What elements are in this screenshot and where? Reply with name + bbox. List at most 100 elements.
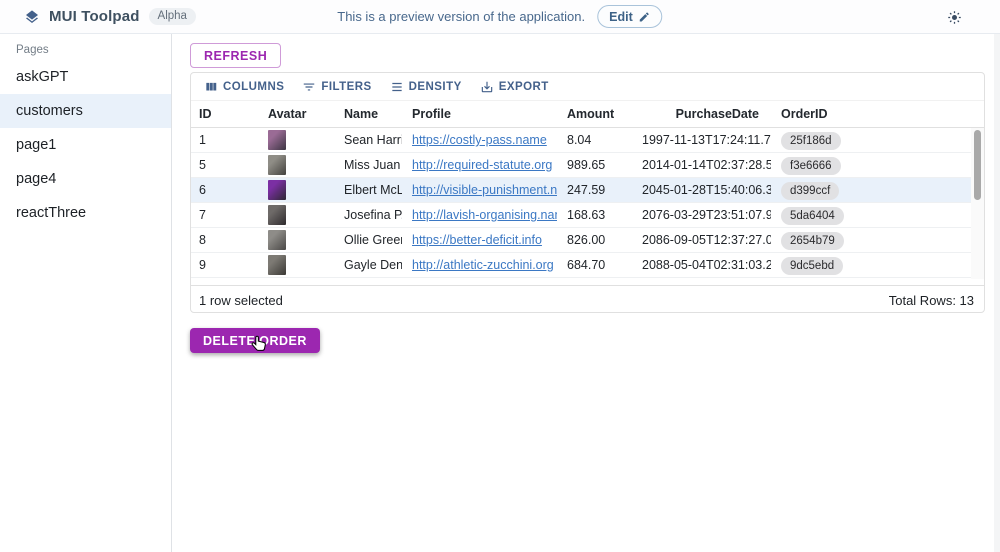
cell-avatar bbox=[261, 203, 334, 227]
cell-orderid: d399ccf bbox=[771, 178, 971, 202]
profile-link[interactable]: http://visible-punishment.net bbox=[412, 183, 557, 197]
order-id-chip: 25f186d bbox=[781, 132, 841, 150]
cell-avatar bbox=[261, 128, 334, 152]
column-header-purchasedate[interactable]: PurchaseDate bbox=[642, 101, 771, 127]
cell-purchasedate: 2076-03-29T23:51:07.968Z bbox=[642, 203, 771, 227]
cell-avatar bbox=[261, 178, 334, 202]
column-header-name[interactable]: Name bbox=[334, 101, 402, 127]
profile-link[interactable]: https://better-deficit.info bbox=[412, 233, 542, 247]
download-icon bbox=[480, 80, 494, 94]
filter-list-icon bbox=[302, 80, 316, 94]
cell-profile: http://athletic-zucchini.org bbox=[402, 253, 557, 277]
edit-button[interactable]: Edit bbox=[597, 5, 663, 28]
cell-id: 9 bbox=[191, 253, 261, 277]
export-button[interactable]: EXPORT bbox=[474, 76, 555, 98]
avatar bbox=[268, 255, 286, 275]
cell-id: 7 bbox=[191, 203, 261, 227]
column-header-id[interactable]: ID bbox=[191, 101, 261, 127]
page-content: REFRESH COLUMNS FILTERS DENSITY EXPORT I… bbox=[173, 34, 1000, 552]
table-row[interactable]: 8 Ollie Green... https://better-deficit.… bbox=[191, 228, 971, 253]
columns-button[interactable]: COLUMNS bbox=[198, 76, 290, 98]
column-header-amount[interactable]: Amount bbox=[557, 101, 642, 127]
data-grid: COLUMNS FILTERS DENSITY EXPORT ID Avatar… bbox=[190, 72, 985, 313]
cell-id: 8 bbox=[191, 228, 261, 252]
cell-amount: 989.65 bbox=[557, 153, 642, 177]
cell-profile: http://visible-punishment.net bbox=[402, 178, 557, 202]
order-id-chip: 2654b79 bbox=[781, 232, 844, 250]
app-branding: MUI Toolpad Alpha bbox=[0, 8, 196, 25]
cell-profile: http://required-statute.org bbox=[402, 153, 557, 177]
grid-scrollbar-thumb[interactable] bbox=[974, 130, 981, 200]
cell-purchasedate: 1997-11-13T17:24:11.769Z bbox=[642, 128, 771, 152]
grid-footer: 1 row selected Total Rows: 13 bbox=[191, 285, 984, 313]
table-row[interactable]: 6 Elbert McL... http://visible-punishmen… bbox=[191, 178, 971, 203]
grid-header-row: ID Avatar Name Profile Amount PurchaseDa… bbox=[191, 101, 984, 128]
cell-purchasedate: 2088-05-04T02:31:03.294Z bbox=[642, 253, 771, 277]
cell-amount: 8.04 bbox=[557, 128, 642, 152]
order-id-chip: 5da6404 bbox=[781, 207, 844, 225]
cell-purchasedate: 2086-09-05T12:37:27.015Z bbox=[642, 228, 771, 252]
delete-order-button[interactable]: DELETE ORDER bbox=[190, 328, 320, 353]
cell-id: 1 bbox=[191, 128, 261, 152]
order-id-chip: f3e6666 bbox=[781, 157, 841, 175]
pencil-icon bbox=[639, 11, 651, 23]
preview-message: This is a preview version of the applica… bbox=[337, 9, 585, 24]
sidebar-item-reactthree[interactable]: reactThree bbox=[0, 196, 171, 230]
column-header-avatar[interactable]: Avatar bbox=[261, 101, 334, 127]
cell-orderid: 25f186d bbox=[771, 128, 971, 152]
app-title: MUI Toolpad bbox=[49, 8, 140, 25]
profile-link[interactable]: http://lavish-organising.name bbox=[412, 208, 557, 222]
columns-button-label: COLUMNS bbox=[223, 81, 284, 93]
table-row[interactable]: 9 Gayle Den... http://athletic-zucchini.… bbox=[191, 253, 971, 278]
avatar bbox=[268, 130, 286, 150]
cell-orderid: 2654b79 bbox=[771, 228, 971, 252]
table-row[interactable]: 1 Sean Harris https://costly-pass.name 8… bbox=[191, 128, 971, 153]
alpha-badge: Alpha bbox=[149, 8, 196, 25]
cell-amount: 168.63 bbox=[557, 203, 642, 227]
sidebar-item-askgpt[interactable]: askGPT bbox=[0, 60, 171, 94]
cell-amount: 826.00 bbox=[557, 228, 642, 252]
cell-avatar bbox=[261, 253, 334, 277]
theme-toggle-button[interactable] bbox=[942, 5, 966, 29]
avatar bbox=[268, 155, 286, 175]
cell-avatar bbox=[261, 228, 334, 252]
edit-button-label: Edit bbox=[609, 10, 633, 24]
sidebar-item-page4[interactable]: page4 bbox=[0, 162, 171, 196]
density-button[interactable]: DENSITY bbox=[384, 76, 468, 98]
profile-link[interactable]: http://required-statute.org bbox=[412, 158, 552, 172]
page-scrollbar[interactable] bbox=[994, 34, 1000, 552]
column-header-profile[interactable]: Profile bbox=[402, 101, 557, 127]
filters-button[interactable]: FILTERS bbox=[296, 76, 377, 98]
cell-id: 5 bbox=[191, 153, 261, 177]
layers-icon bbox=[24, 9, 40, 25]
export-button-label: EXPORT bbox=[499, 81, 549, 93]
refresh-button[interactable]: REFRESH bbox=[190, 43, 281, 68]
density-button-label: DENSITY bbox=[409, 81, 462, 93]
density-icon bbox=[390, 80, 404, 94]
table-row[interactable]: 5 Miss Juan ... http://required-statute.… bbox=[191, 153, 971, 178]
filters-button-label: FILTERS bbox=[321, 81, 371, 93]
cell-name: Miss Juan ... bbox=[334, 153, 402, 177]
sidebar-section-label: Pages bbox=[0, 34, 171, 60]
cell-profile: http://lavish-organising.name bbox=[402, 203, 557, 227]
sidebar-item-customers[interactable]: customers bbox=[0, 94, 171, 128]
cell-profile: https://better-deficit.info bbox=[402, 228, 557, 252]
grid-scrollbar-track bbox=[971, 128, 984, 279]
sidebar-item-page1[interactable]: page1 bbox=[0, 128, 171, 162]
table-row[interactable]: 7 Josefina P... http://lavish-organising… bbox=[191, 203, 971, 228]
profile-link[interactable]: http://athletic-zucchini.org bbox=[412, 258, 554, 272]
profile-link[interactable]: https://costly-pass.name bbox=[412, 133, 547, 147]
order-id-chip: 9dc5ebd bbox=[781, 257, 843, 275]
avatar bbox=[268, 230, 286, 250]
app-bar: MUI Toolpad Alpha This is a preview vers… bbox=[0, 0, 1000, 34]
sun-icon bbox=[947, 10, 962, 25]
column-header-orderid[interactable]: OrderID bbox=[771, 101, 984, 127]
cell-name: Gayle Den... bbox=[334, 253, 402, 277]
sidebar: Pages askGPT customers page1 page4 react… bbox=[0, 34, 172, 552]
avatar bbox=[268, 205, 286, 225]
cell-purchasedate: 2045-01-28T15:40:06.325Z bbox=[642, 178, 771, 202]
preview-banner: This is a preview version of the applica… bbox=[337, 5, 662, 28]
cell-orderid: 5da6404 bbox=[771, 203, 971, 227]
cell-avatar bbox=[261, 153, 334, 177]
view-column-icon bbox=[204, 80, 218, 94]
